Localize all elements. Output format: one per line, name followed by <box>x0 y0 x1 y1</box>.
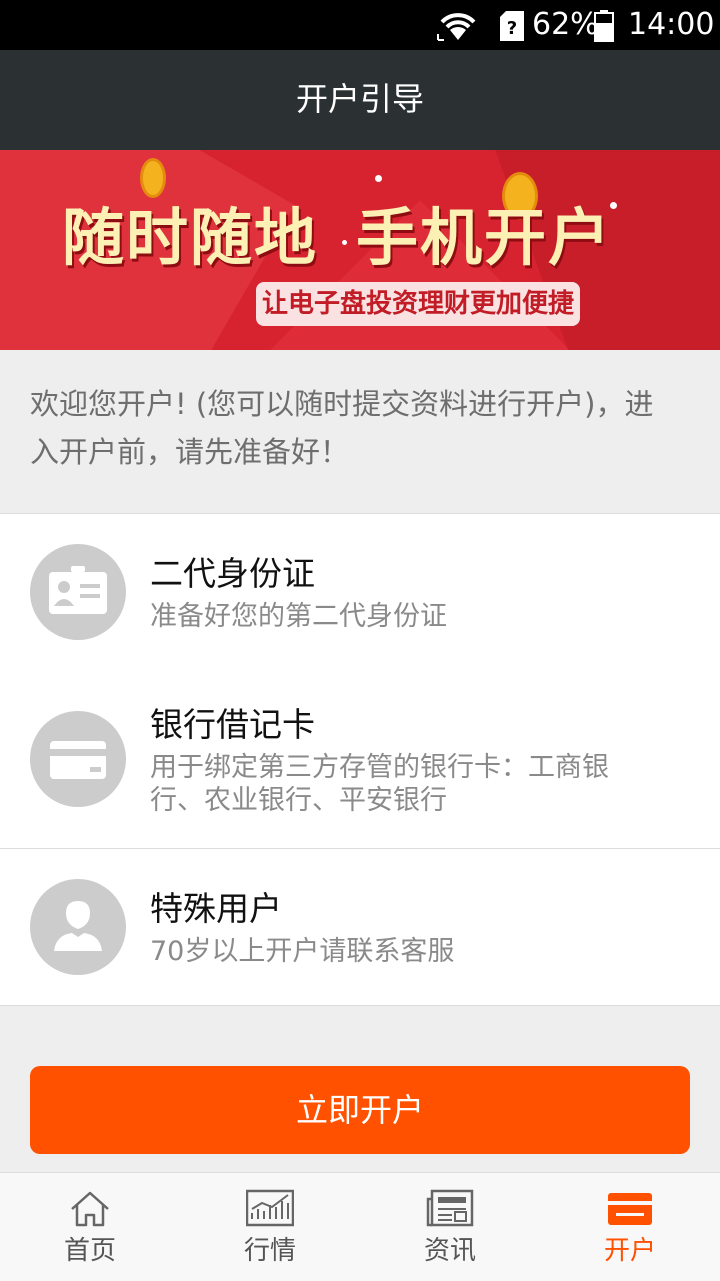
sim-unknown-icon: ? <box>500 11 524 41</box>
bottom-tab-bar: 首页 行情 资讯 开户 <box>0 1172 720 1281</box>
list-item-special-user: 特殊用户 70岁以上开户请联系客服 <box>0 849 720 1006</box>
item-description: 准备好您的第二代身份证 <box>150 601 447 632</box>
open-account-button[interactable]: 立即开户 <box>30 1066 690 1154</box>
sparkle-dot <box>375 175 382 182</box>
tab-label: 行情 <box>243 1236 296 1266</box>
svg-text:?: ? <box>507 18 517 39</box>
promo-banner[interactable]: 随时随地 手机开户 让电子盘投资理财更加便捷 <box>0 150 720 350</box>
item-title: 二代身份证 <box>150 554 315 593</box>
banner-headline-left: 随时随地 <box>62 201 319 274</box>
tab-label: 开户 <box>603 1236 656 1266</box>
banner-headline-right: 手机开户 <box>356 201 613 274</box>
item-description: 用于绑定第三方存管的银行卡：工商银行、农业银行、平安银行 <box>150 752 609 816</box>
bank-card-icon <box>30 711 126 807</box>
status-bar: ? 62% 14:00 <box>0 0 720 50</box>
banner-slogan: 让电子盘投资理财更加便捷 <box>256 282 580 326</box>
intro-text: 欢迎您开户! (您可以随时提交资料进行开户)，进入开户前，请先准备好！ <box>30 387 654 469</box>
tab-open-account[interactable]: 开户 <box>540 1173 720 1281</box>
list-item-bank-card: 银行借记卡 用于绑定第三方存管的银行卡：工商银行、农业银行、平安银行 <box>0 671 720 849</box>
clock: 14:00 <box>628 7 715 42</box>
wifi-icon <box>437 13 476 41</box>
title-bar: 开户引导 <box>0 50 720 150</box>
news-icon <box>426 1189 474 1227</box>
page-title: 开户引导 <box>295 80 424 118</box>
item-title: 银行借记卡 <box>150 705 315 744</box>
intro-section: 欢迎您开户! (您可以随时提交资料进行开户)，进入开户前，请先准备好！ <box>0 350 720 513</box>
tab-home[interactable]: 首页 <box>0 1173 180 1281</box>
tab-news[interactable]: 资讯 <box>360 1173 540 1281</box>
home-icon <box>71 1191 109 1227</box>
battery-icon <box>594 10 614 42</box>
item-title: 特殊用户 <box>150 889 282 928</box>
open-account-icon <box>608 1193 652 1225</box>
battery-percent: 62% <box>532 7 599 42</box>
coin-icon <box>140 158 166 198</box>
sparkle-dot <box>342 240 347 245</box>
item-description: 70岁以上开户请联系客服 <box>150 936 455 967</box>
id-card-icon <box>30 544 126 640</box>
list-item-id-card: 二代身份证 准备好您的第二代身份证 <box>0 513 720 672</box>
tab-market[interactable]: 行情 <box>180 1173 360 1281</box>
user-icon <box>30 879 126 975</box>
market-chart-icon <box>246 1189 294 1227</box>
tab-label: 首页 <box>63 1236 116 1266</box>
tab-label: 资讯 <box>423 1236 476 1266</box>
